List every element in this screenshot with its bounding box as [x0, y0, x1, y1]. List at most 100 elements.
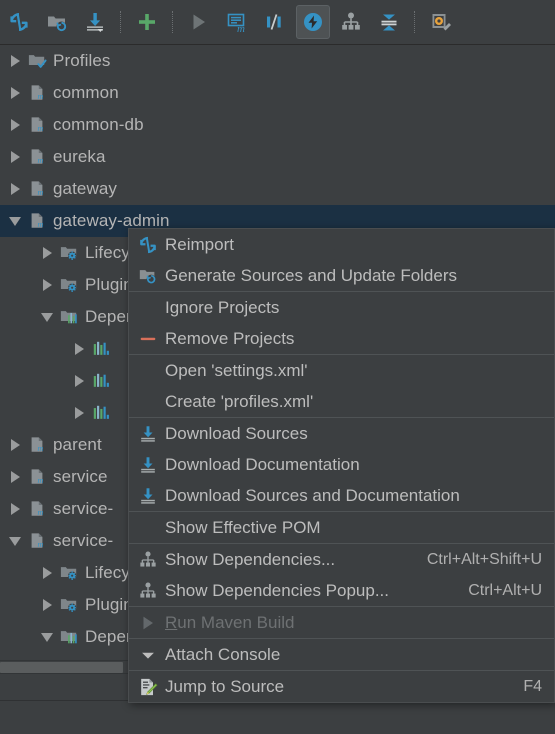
expand-arrow-icon[interactable] — [4, 119, 26, 131]
tree-row[interactable]: m eureka — [0, 141, 555, 173]
show-dependencies-button[interactable] — [334, 5, 368, 39]
toggle-skip-tests-button[interactable] — [258, 5, 292, 39]
folder-gear-icon — [58, 595, 80, 615]
expand-arrow-icon[interactable] — [4, 55, 26, 67]
offline-icon — [304, 13, 322, 31]
generate-sources-and-update-folders-button[interactable] — [40, 5, 74, 39]
maven-module-icon: m — [31, 85, 43, 101]
menu-item-download-sources[interactable]: Download Sources — [129, 418, 554, 449]
menu-item-remove-projects[interactable]: Remove Projects — [129, 323, 554, 354]
menu-item-show-effective-pom[interactable]: Show Effective POM — [129, 512, 554, 543]
dependency-icon — [90, 371, 112, 391]
folder-dependencies-icon — [60, 311, 77, 324]
maven-settings-button[interactable] — [424, 5, 458, 39]
expand-arrow-icon[interactable] — [36, 247, 58, 259]
expand-arrow-icon[interactable] — [68, 343, 90, 355]
tree-row[interactable]: m common-db — [0, 109, 555, 141]
expand-arrow-icon[interactable] — [4, 183, 26, 195]
dependency-icon — [90, 339, 112, 359]
maven-module-icon: m — [31, 501, 43, 517]
refresh-icon — [10, 13, 28, 31]
svg-text:m: m — [37, 92, 43, 101]
expand-arrow-icon[interactable] — [68, 375, 90, 387]
menu-item-label: Jump to Source — [165, 676, 285, 696]
menu-item-download-documentation[interactable]: Download Documentation — [129, 449, 554, 480]
menu-item-ignore-projects[interactable]: Ignore Projects — [129, 292, 554, 323]
execute-maven-goal-button[interactable]: m — [220, 5, 254, 39]
menu-item-show-dependencies[interactable]: Show Dependencies... Ctrl+Alt+Shift+U — [129, 544, 554, 575]
maven-module-icon: m — [31, 533, 43, 549]
collapse-all-button[interactable] — [372, 5, 406, 39]
svg-text:m: m — [37, 188, 43, 197]
maven-context-menu[interactable]: Reimport Generate Sources and Update Fold… — [128, 228, 555, 703]
expand-arrow-icon[interactable] — [36, 599, 58, 611]
dependencies-icon — [135, 549, 161, 571]
menu-item-open-settings-xml[interactable]: Open 'settings.xml' — [129, 355, 554, 386]
maven-goal-icon: m — [227, 13, 245, 33]
maven-module-icon: m — [26, 115, 48, 135]
download-icon — [141, 425, 155, 442]
download-icon — [141, 487, 155, 504]
dependency-icon — [90, 403, 112, 423]
expand-arrow-icon[interactable] — [4, 471, 26, 483]
folder-refresh-icon — [135, 265, 161, 287]
menu-item-run-maven-build: Run Maven Build — [129, 607, 554, 638]
settings-gear-icon — [432, 14, 451, 31]
expand-arrow-icon[interactable] — [36, 279, 58, 291]
chevron-down-icon — [135, 644, 161, 666]
toolbar-separator — [414, 11, 416, 33]
tree-row[interactable]: m gateway — [0, 173, 555, 205]
menu-item-label: Remove Projects — [165, 328, 295, 348]
menu-item-generate-sources-and-update-folders[interactable]: Generate Sources and Update Folders — [129, 260, 554, 291]
menu-item-show-dependencies-popup[interactable]: Show Dependencies Popup... Ctrl+Alt+U — [129, 575, 554, 606]
folder-gear-icon — [60, 567, 77, 581]
maven-module-icon: m — [26, 83, 48, 103]
collapse-arrow-icon[interactable] — [36, 632, 58, 642]
menu-item-jump-to-source[interactable]: Jump to Source F4 — [129, 671, 554, 702]
add-maven-projects-button[interactable] — [130, 5, 164, 39]
expand-arrow-icon[interactable] — [4, 87, 26, 99]
menu-item-attach-console[interactable]: Attach Console — [129, 639, 554, 670]
svg-text:m: m — [37, 220, 43, 229]
menu-item-download-sources-and-documentation[interactable]: Download Sources and Documentation — [129, 480, 554, 511]
toggle-offline-mode-button[interactable] — [296, 5, 330, 39]
menu-item-label: Open 'settings.xml' — [165, 360, 308, 380]
folder-gear-icon — [60, 599, 77, 613]
maven-module-icon: m — [26, 499, 48, 519]
menu-item-label: Show Effective POM — [165, 517, 321, 537]
dependencies-icon — [140, 582, 156, 598]
plus-icon — [139, 14, 155, 30]
expand-arrow-icon[interactable] — [4, 439, 26, 451]
tree-row[interactable]: m common — [0, 77, 555, 109]
collapse-arrow-icon[interactable] — [4, 216, 26, 226]
reimport-all-maven-projects-button[interactable] — [2, 5, 36, 39]
menu-item-label: Attach Console — [165, 644, 281, 664]
collapse-arrow-icon[interactable] — [36, 312, 58, 322]
expand-arrow-icon[interactable] — [36, 567, 58, 579]
folder-deps-icon — [58, 627, 80, 647]
folder-gear-icon — [60, 279, 77, 293]
svg-text:m: m — [37, 540, 43, 549]
maven-module-icon: m — [31, 149, 43, 165]
chevron-down-icon — [142, 652, 154, 659]
scrollbar-thumb[interactable] — [0, 662, 123, 673]
menu-item-label: Ignore Projects — [165, 297, 280, 317]
menu-item-label: Download Documentation — [165, 454, 360, 474]
tree-row[interactable]: Profiles — [0, 45, 555, 77]
menu-item-shortcut: F4 — [523, 677, 542, 695]
menu-item-reimport[interactable]: Reimport — [129, 229, 554, 260]
collapse-arrow-icon[interactable] — [4, 536, 26, 546]
run-maven-build-button[interactable] — [182, 5, 216, 39]
menu-item-label: Show Dependencies Popup... — [165, 580, 389, 600]
svg-text:m: m — [37, 476, 43, 485]
menu-item-create-profiles-xml[interactable]: Create 'profiles.xml' — [129, 386, 554, 417]
svg-text:m: m — [237, 23, 245, 33]
expand-arrow-icon[interactable] — [68, 407, 90, 419]
download-sources-and-documentation-button[interactable] — [78, 5, 112, 39]
menu-item-no-icon — [135, 391, 161, 413]
expand-arrow-icon[interactable] — [4, 503, 26, 515]
maven-module-icon: m — [26, 179, 48, 199]
svg-text:m: m — [37, 508, 43, 517]
folder-refresh-icon — [48, 16, 67, 32]
expand-arrow-icon[interactable] — [4, 151, 26, 163]
